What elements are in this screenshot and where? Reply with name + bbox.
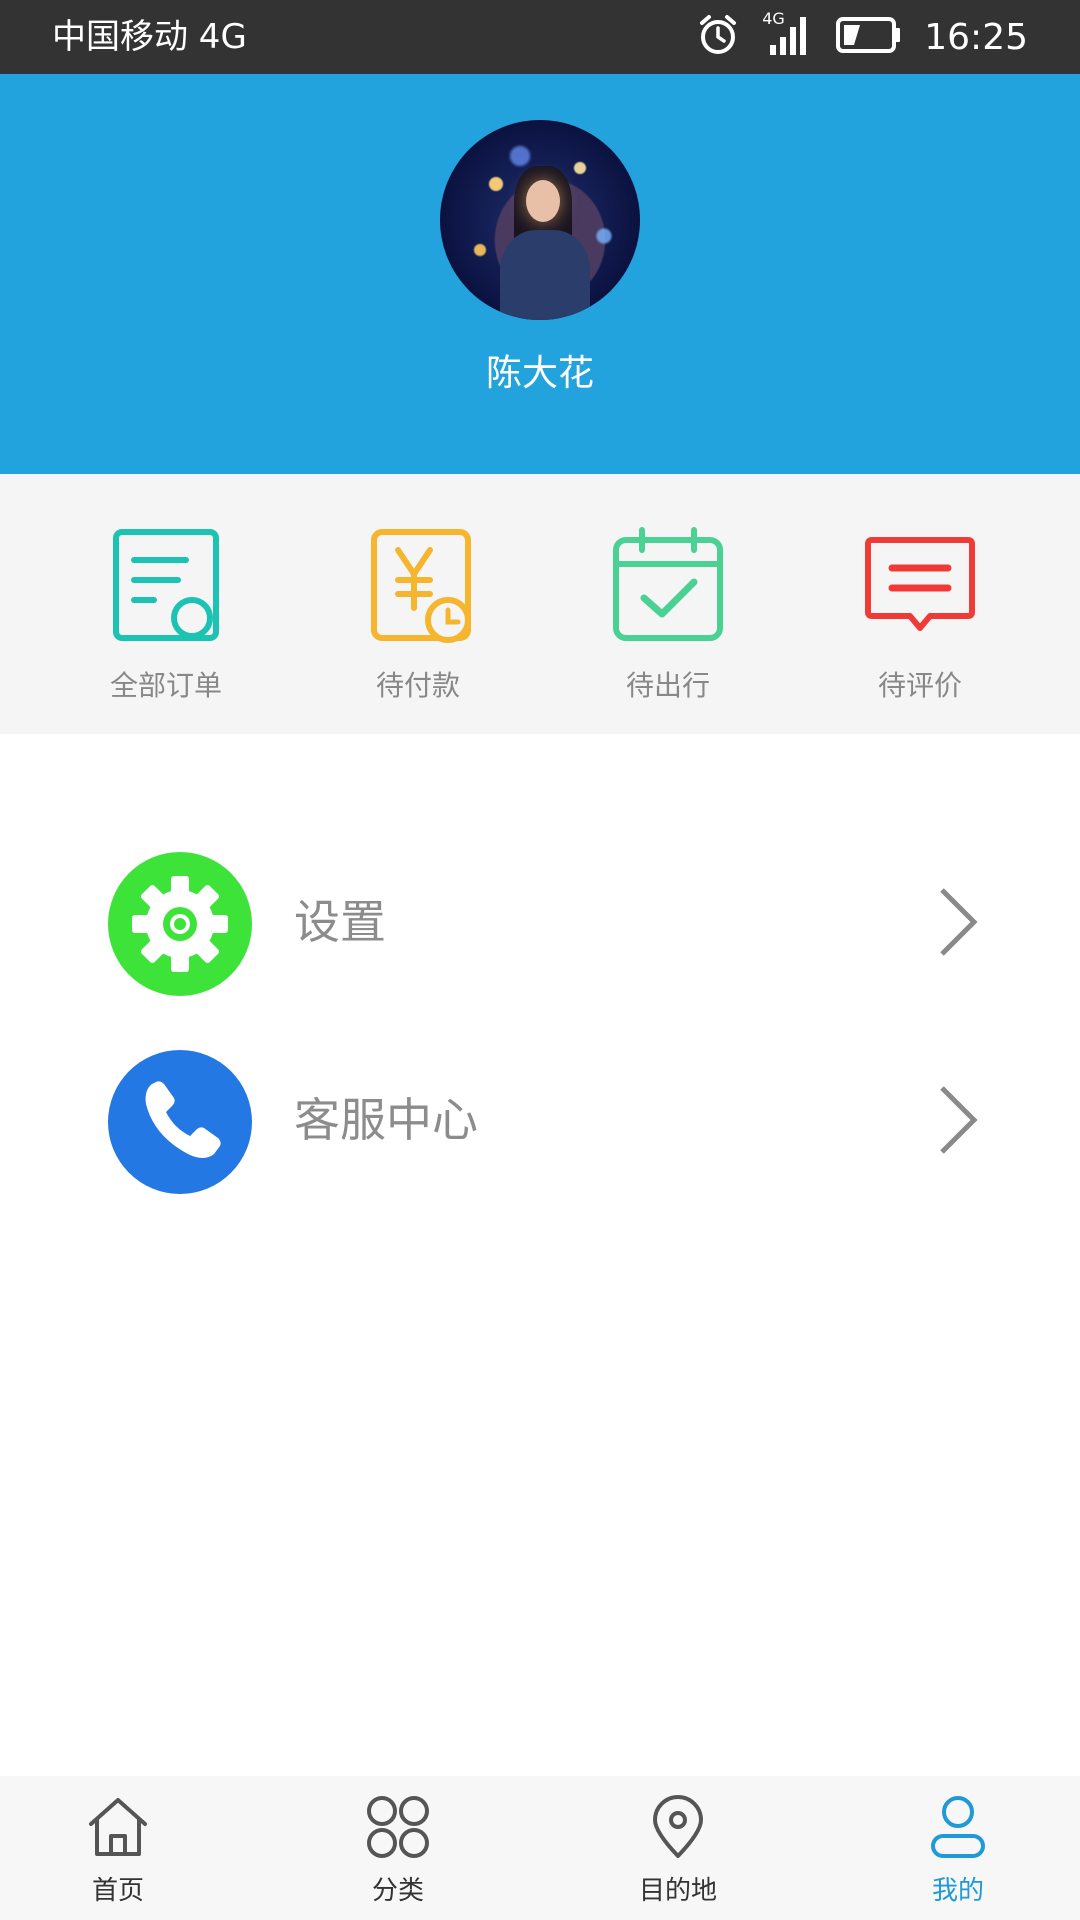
tab-destination[interactable]: 目的地 xyxy=(588,1776,768,1920)
phone-icon xyxy=(108,1050,252,1194)
order-pending-payment-label: 待付款 xyxy=(375,669,460,702)
order-list-icon xyxy=(76,526,256,646)
status-bar: 中国移动 4G 4G 16:25 xyxy=(0,0,1080,74)
bottom-tab-bar: 首页 分类 目的地 我的 xyxy=(0,1776,1080,1920)
tab-mine-label: 我的 xyxy=(931,1876,984,1906)
menu-item-customer-service[interactable]: 客服中心 xyxy=(0,1040,1080,1200)
order-all-button[interactable]: 全部订单 xyxy=(76,526,256,704)
order-pending-travel-label: 待出行 xyxy=(625,669,710,702)
network-type-label: 4G xyxy=(762,9,785,28)
clock: 16:25 xyxy=(924,16,1028,58)
tab-home-label: 首页 xyxy=(91,1876,144,1906)
settings-label: 设置 xyxy=(294,895,386,949)
category-icon xyxy=(308,1792,488,1862)
chevron-right-icon xyxy=(936,886,980,962)
tab-home[interactable]: 首页 xyxy=(28,1776,208,1920)
comment-icon xyxy=(830,526,1010,646)
profile-header: 陈大花 xyxy=(0,74,1080,474)
order-pending-review-label: 待评价 xyxy=(877,669,962,702)
signal-icon: 4G xyxy=(762,9,814,61)
calendar-check-icon xyxy=(578,526,758,646)
customer-service-label: 客服中心 xyxy=(294,1093,478,1147)
avatar[interactable] xyxy=(440,120,640,320)
tab-destination-label: 目的地 xyxy=(638,1876,717,1906)
chevron-right-icon xyxy=(936,1084,980,1160)
username[interactable]: 陈大花 xyxy=(0,344,1080,396)
home-icon xyxy=(28,1792,208,1862)
gear-icon xyxy=(108,852,252,996)
order-pending-review-button[interactable]: 待评价 xyxy=(830,526,1010,704)
order-all-label: 全部订单 xyxy=(109,669,222,702)
order-pending-travel-button[interactable]: 待出行 xyxy=(578,526,758,704)
order-shortcuts: 全部订单 待付款 待出行 待评价 xyxy=(0,474,1080,734)
tab-mine[interactable]: 我的 xyxy=(868,1776,1048,1920)
carrier-label: 中国移动 4G xyxy=(52,17,247,57)
menu-item-settings[interactable]: 设置 xyxy=(0,842,1080,1002)
status-icons: 4G 16:25 xyxy=(674,0,1028,74)
location-pin-icon xyxy=(588,1792,768,1862)
pending-payment-icon xyxy=(328,526,508,646)
user-icon xyxy=(868,1792,1048,1862)
tab-category-label: 分类 xyxy=(371,1876,424,1906)
battery-icon xyxy=(836,15,902,59)
alarm-icon xyxy=(696,13,740,61)
order-pending-payment-button[interactable]: 待付款 xyxy=(328,526,508,704)
tab-category[interactable]: 分类 xyxy=(308,1776,488,1920)
